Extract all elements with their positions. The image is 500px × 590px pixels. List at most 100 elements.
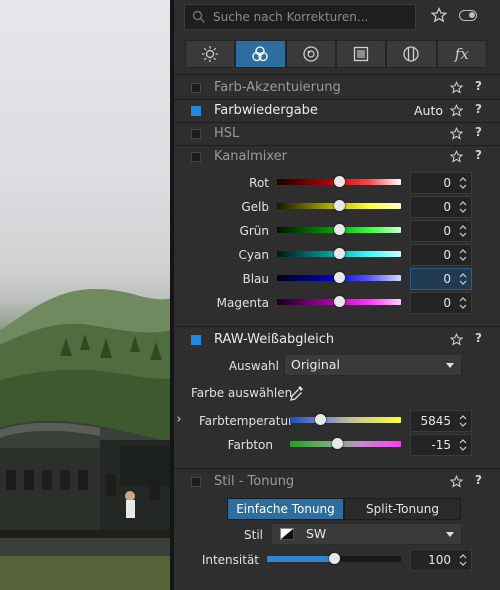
spinner-icon[interactable] [459, 296, 467, 310]
section-enable-checkbox[interactable] [191, 83, 201, 93]
yellow-slider[interactable] [277, 200, 401, 211]
temperature-slider[interactable] [290, 414, 401, 425]
slider-label: Farbton [227, 438, 273, 452]
blue-slider[interactable] [277, 272, 401, 283]
star-icon[interactable] [450, 104, 463, 117]
tab-einfache-tonung[interactable]: Einfache Tonung [227, 498, 344, 520]
section-enable-checkbox[interactable] [191, 335, 201, 345]
help-icon[interactable]: ? [475, 79, 482, 93]
slider-label: Blau [242, 272, 269, 286]
favorites-star-icon[interactable] [431, 7, 447, 23]
separator [174, 468, 500, 469]
collapse-panel-icon[interactable]: › [174, 410, 184, 430]
tint-slider[interactable] [290, 438, 401, 449]
search-box[interactable] [184, 4, 416, 30]
slider-thumb[interactable] [331, 438, 343, 449]
spinner-icon[interactable] [459, 438, 467, 452]
section-title: Farbwiedergabe [214, 103, 318, 118]
tab-local[interactable] [386, 40, 437, 68]
slider-thumb[interactable] [334, 248, 345, 259]
photo-image [0, 289, 172, 590]
auswahl-label: Auswahl [228, 359, 279, 373]
farbton-row: Farbton -15 [185, 434, 487, 457]
spinner-icon[interactable] [459, 224, 467, 238]
value-field[interactable]: 5845 K [410, 410, 472, 448]
slider-row-magenta: Magenta 0 [185, 292, 487, 315]
section-header-farbwiedergabe[interactable]: Farbwiedergabe Auto ? [185, 100, 487, 122]
red-slider[interactable] [277, 176, 401, 187]
star-icon[interactable] [450, 81, 463, 94]
section-header-raw-weissabgleich[interactable]: RAW-Weißabgleich ? [185, 329, 487, 351]
value-field[interactable]: 0 [410, 268, 472, 290]
value-field[interactable]: -15 [410, 434, 472, 456]
auswahl-dropdown[interactable]: Original [284, 354, 462, 376]
star-icon[interactable] [450, 333, 463, 346]
section-enable-checkbox[interactable] [191, 129, 201, 139]
section-header-stil-tonung[interactable]: Stil - Tonung ? [185, 471, 487, 493]
section-enable-checkbox[interactable] [191, 477, 201, 487]
stil-dropdown[interactable]: SW [271, 523, 462, 545]
search-input[interactable] [213, 7, 409, 27]
help-icon[interactable]: ? [475, 473, 482, 487]
tab-split-tonung[interactable]: Split-Tonung [344, 498, 461, 520]
tab-light[interactable] [185, 40, 236, 68]
search-icon [192, 10, 205, 23]
spinner-icon[interactable] [459, 176, 467, 190]
spinner-icon[interactable] [459, 200, 467, 214]
slider-row-gelb: Gelb 0 [185, 196, 487, 219]
value-field[interactable]: 0 [410, 244, 472, 266]
spinner-icon[interactable] [459, 248, 467, 262]
section-title: HSL [214, 126, 240, 141]
auto-label[interactable]: Auto [414, 103, 443, 118]
star-icon[interactable] [450, 127, 463, 140]
tab-effects[interactable]: fx [436, 40, 487, 68]
photo-preview[interactable] [0, 0, 172, 590]
frame-icon [353, 46, 369, 62]
slider-label: Rot [249, 176, 269, 190]
section-header-kanalmixer[interactable]: Kanalmixer ? [185, 146, 487, 168]
panel-toggle-icon[interactable] [459, 10, 477, 21]
section-header-hsl[interactable]: HSL ? [185, 123, 487, 145]
tab-geometry[interactable] [335, 40, 387, 68]
help-icon[interactable]: ? [475, 125, 482, 139]
slider-label: Grün [239, 224, 269, 238]
stil-row: Stil SW [185, 523, 487, 547]
slider-thumb[interactable] [334, 200, 345, 211]
slider-label: Farbtemperatur [198, 414, 293, 428]
help-icon[interactable]: ? [475, 148, 482, 162]
value-field[interactable]: 0 [410, 292, 472, 314]
value-field[interactable]: 100 [410, 549, 472, 571]
value-field[interactable]: 0 [410, 220, 472, 242]
spinner-icon[interactable] [459, 272, 467, 286]
slider-thumb[interactable] [334, 176, 345, 187]
star-icon[interactable] [450, 150, 463, 163]
slider-thumb[interactable] [329, 553, 340, 564]
help-icon[interactable]: ? [475, 331, 482, 345]
tab-detail[interactable] [285, 40, 336, 68]
slider-thumb[interactable] [314, 414, 326, 425]
slider-thumb[interactable] [334, 296, 345, 307]
help-icon[interactable]: ? [475, 102, 482, 116]
magenta-slider[interactable] [277, 296, 401, 307]
star-icon[interactable] [450, 475, 463, 488]
spinner-icon[interactable] [459, 414, 467, 428]
section-header-farb-akzentuierung[interactable]: Farb-Akzentuierung ? [185, 77, 487, 99]
value-field[interactable]: 0 [410, 196, 472, 218]
tool-tabs: fx [185, 40, 487, 68]
value-field[interactable]: 0 [410, 172, 472, 194]
section-enable-checkbox[interactable] [191, 106, 201, 116]
slider-row-gruen: Grün 0 [185, 220, 487, 243]
spinner-icon[interactable] [459, 553, 467, 567]
tab-color[interactable] [235, 40, 286, 68]
intensity-slider[interactable] [267, 553, 401, 564]
section-enable-checkbox[interactable] [191, 152, 201, 162]
slider-thumb[interactable] [334, 272, 345, 283]
green-slider[interactable] [277, 224, 401, 235]
section-title: Stil - Tonung [214, 474, 295, 489]
eyedropper-icon[interactable] [289, 384, 305, 402]
filter-dial-icon [403, 46, 420, 62]
cyan-slider[interactable] [277, 248, 401, 259]
pick-color-label: Farbe auswählen [191, 386, 293, 400]
slider-thumb[interactable] [334, 224, 345, 235]
separator [174, 74, 500, 75]
